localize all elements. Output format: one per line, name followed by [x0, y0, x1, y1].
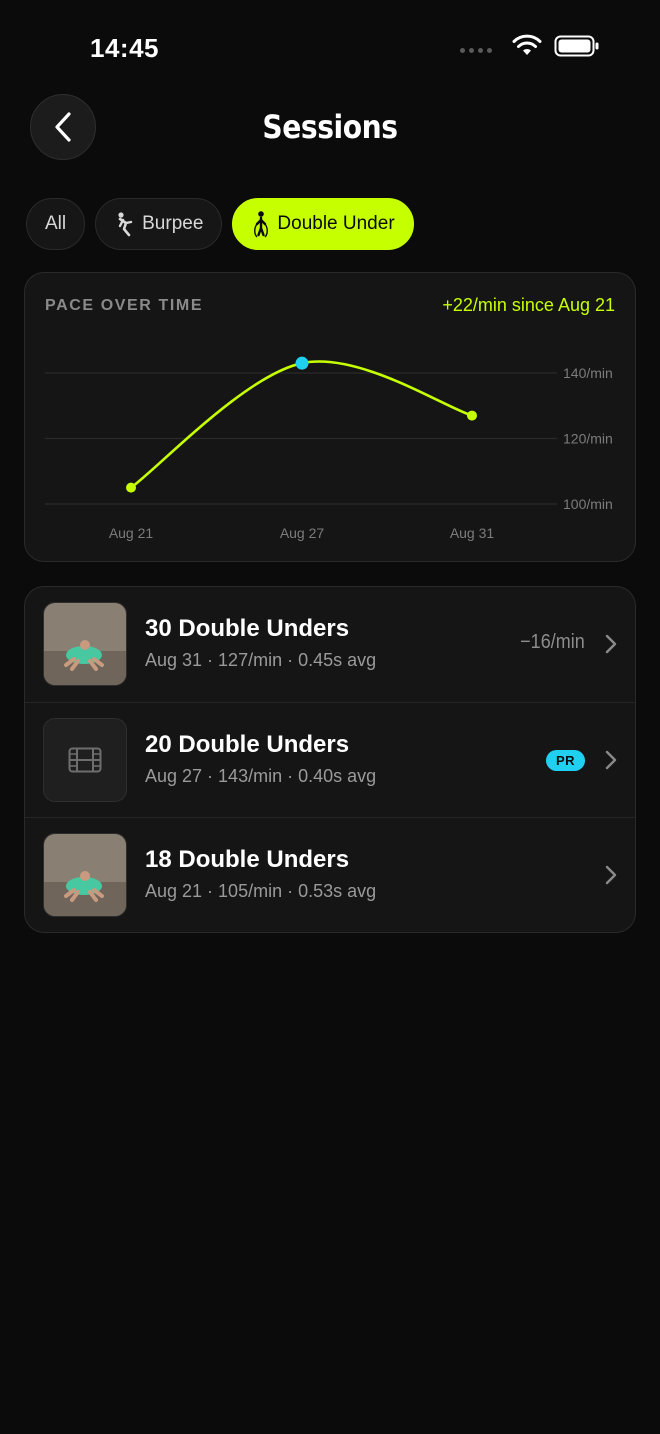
- session-title: 30 Double Unders: [145, 615, 350, 642]
- session-title: 20 Double Unders: [145, 731, 350, 758]
- session-row[interactable]: 18 Double Unders Aug 21 · 105/min · 0.53…: [25, 817, 635, 932]
- y-tick-label: 100/min: [563, 496, 613, 512]
- pace-point: [467, 410, 477, 421]
- status-icons: [460, 34, 600, 58]
- session-thumbnail: [43, 718, 127, 802]
- wifi-icon: [512, 34, 542, 55]
- filter-chip-label: Double Under: [277, 213, 395, 234]
- burpee-icon: [118, 212, 133, 237]
- session-meta: Aug 27 · 143/min · 0.40s avg: [145, 766, 377, 786]
- session-meta: Aug 21 · 105/min · 0.53s avg: [145, 881, 377, 901]
- filter-chip-label: All: [45, 213, 67, 234]
- best-pace-point: [295, 356, 309, 370]
- filter-chip-burpee[interactable]: Burpee: [95, 198, 223, 250]
- filter-chip-double-under[interactable]: Double Under: [232, 198, 414, 250]
- battery-icon: [554, 35, 599, 57]
- filter-chip-all[interactable]: All: [26, 198, 86, 250]
- session-title: 18 Double Unders: [145, 846, 350, 873]
- signal-icon: [460, 47, 492, 53]
- exercise-photo-icon: [44, 834, 126, 916]
- filter-chips: All Burpee Double Under: [26, 198, 414, 250]
- x-tick-label: Aug 21: [109, 525, 154, 541]
- status-time: 14:45: [90, 33, 159, 63]
- session-delta: −16/min: [520, 631, 585, 653]
- chevron-right-icon: [605, 634, 617, 654]
- chevron-right-icon: [605, 865, 617, 885]
- film-icon: [68, 747, 102, 773]
- y-tick-label: 140/min: [563, 365, 613, 381]
- session-row[interactable]: 20 Double Unders Aug 27 · 143/min · 0.40…: [25, 702, 635, 817]
- pr-badge: PR: [545, 750, 585, 771]
- filter-chip-label: Burpee: [142, 213, 204, 234]
- session-row[interactable]: 30 Double Unders Aug 31 · 127/min · 0.45…: [25, 587, 635, 702]
- pace-series-line: [129, 360, 474, 489]
- pace-line-chart: 140/min 120/min 100/min Aug 21 Aug 27 Aug 31: [45, 356, 613, 541]
- exercise-photo-icon: [44, 603, 126, 685]
- pace-point: [126, 482, 136, 493]
- pace-chart-card: PACE OVER TIME +22/min since Aug 21 140/…: [24, 272, 636, 562]
- y-tick-label: 120/min: [563, 431, 613, 447]
- chevron-right-icon: [605, 750, 617, 770]
- x-tick-label: Aug 31: [450, 525, 495, 541]
- session-thumbnail: [43, 833, 127, 917]
- jump-rope-icon: [254, 211, 269, 238]
- session-thumbnail: [43, 602, 127, 686]
- session-meta: Aug 31 · 127/min · 0.45s avg: [145, 650, 377, 670]
- session-list: 30 Double Unders Aug 31 · 127/min · 0.45…: [24, 586, 636, 933]
- page-title: Sessions: [262, 108, 398, 146]
- status-bar: 14:45: [0, 0, 660, 96]
- x-tick-label: Aug 27: [280, 525, 325, 541]
